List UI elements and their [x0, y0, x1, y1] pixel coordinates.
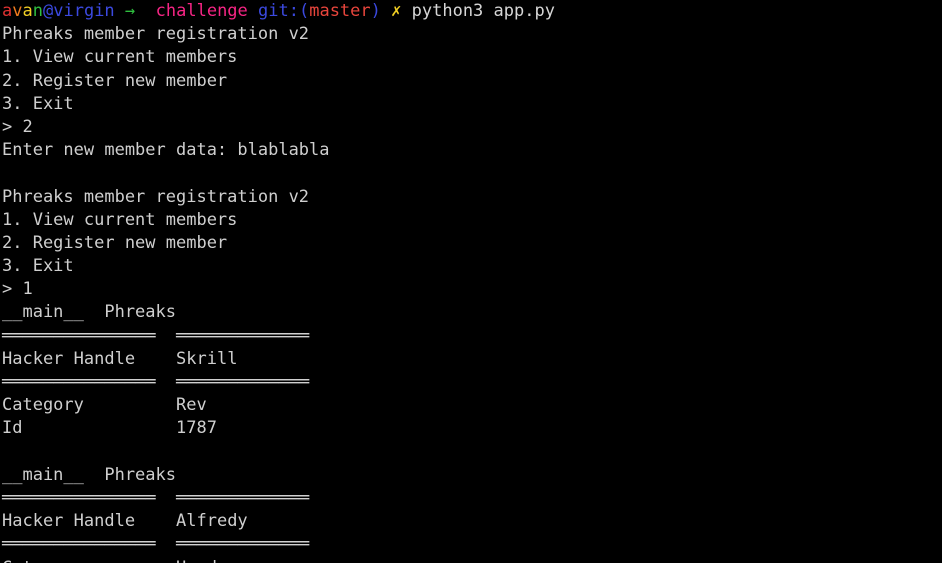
field-value-id: 1787	[176, 418, 217, 439]
shell-command: python3 app.py	[411, 1, 555, 21]
menu-option-3-first: 3. Exit	[2, 93, 74, 114]
field-value-category: Hardware	[176, 558, 258, 563]
prompt-status-mark-icon: ✗	[391, 1, 402, 21]
menu-option-2-second: 2. Register new member	[2, 232, 228, 253]
menu-option-3-second: 3. Exit	[2, 256, 74, 277]
field-label-hacker-handle: Hacker Handle	[2, 511, 156, 532]
field-label-category: Category	[2, 395, 156, 416]
record-two-row-handle: Hacker Handle Alfredy	[0, 510, 942, 533]
field-label-category: Category	[2, 558, 156, 563]
record-two-rule-mid: ═══════════════ ═════════════	[0, 533, 942, 556]
rule-right-segment: ═════════════	[176, 487, 310, 508]
rule-right-segment: ═════════════	[176, 534, 310, 555]
field-value-category: Rev	[176, 395, 207, 416]
menu-title-second: Phreaks member registration v2	[2, 186, 310, 207]
rule-right-segment: ═════════════	[176, 372, 310, 392]
record-header-two: __main__ Phreaks	[2, 464, 176, 485]
menu-title-first: Phreaks member registration v2	[2, 24, 310, 45]
rule-left-segment: ═══════════════	[2, 487, 156, 508]
field-label-id: Id	[2, 418, 156, 439]
prompt-user-char-1: a	[2, 1, 13, 21]
prompt-git-suffix: )	[370, 1, 381, 21]
record-one-row-id: Id 1787	[0, 417, 942, 440]
field-label-hacker-handle: Hacker Handle	[2, 348, 156, 369]
record-one-rule-mid: ═══════════════ ═════════════	[0, 371, 942, 394]
menu-input-second: > 1	[2, 279, 33, 300]
record-two-row-category: Category Hardware	[0, 557, 942, 563]
shell-prompt-line: avan@virgin → challenge git:(master) ✗ p…	[0, 0, 942, 23]
prompt-user-char-3: a	[22, 1, 33, 21]
record-one-row-handle: Hacker Handle Skrill	[0, 348, 942, 371]
menu-option-1-second: 1. View current members	[2, 209, 238, 230]
record-one-row-category: Category Rev	[0, 394, 942, 417]
member-data-prompt-line: Enter new member data: blablabla	[2, 140, 330, 161]
menu-input-first: > 2	[2, 116, 33, 137]
field-value-hacker-handle: Alfredy	[176, 511, 248, 532]
prompt-directory: challenge	[155, 1, 248, 21]
field-value-hacker-handle: Skrill	[176, 348, 238, 369]
menu-option-2-first: 2. Register new member	[2, 70, 228, 91]
rule-right-segment: ═════════════	[176, 325, 310, 346]
terminal-window[interactable]: avan@virgin → challenge git:(master) ✗ p…	[0, 0, 942, 563]
prompt-user-char-4: n	[32, 1, 43, 21]
prompt-hostname: virgin	[53, 1, 115, 21]
prompt-at-symbol: @	[43, 1, 54, 21]
prompt-git-branch: master	[309, 1, 371, 21]
rule-left-segment: ═══════════════	[2, 372, 156, 392]
record-one-rule-top: ═══════════════ ═════════════	[0, 325, 942, 348]
record-two-rule-top: ═══════════════ ═════════════	[0, 487, 942, 510]
rule-left-segment: ═══════════════	[2, 534, 156, 555]
menu-option-1-first: 1. View current members	[2, 47, 238, 68]
prompt-arrow-icon: →	[124, 1, 136, 21]
prompt-git-prefix: git:(	[258, 1, 310, 21]
prompt-user-char-2: v	[12, 1, 23, 21]
rule-left-segment: ═══════════════	[2, 325, 156, 346]
record-header-one: __main__ Phreaks	[2, 302, 176, 323]
